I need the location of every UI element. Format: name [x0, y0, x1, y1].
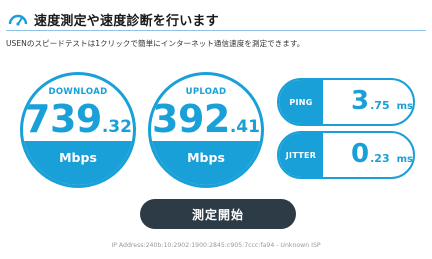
page-title: 速度測定や速度診断を行います: [34, 13, 219, 29]
ping-panel: PING 3.75 ms: [277, 78, 415, 126]
ping-value-int: 3: [351, 86, 370, 116]
upload-gauge: UPLOAD 392.41 Mbps: [148, 72, 264, 188]
ip-address-info: IP Address:240b:10:2902:1900:2845:c905:7…: [111, 242, 321, 249]
upload-unit: Mbps: [187, 150, 225, 165]
download-unit: Mbps: [59, 150, 97, 165]
upload-label: UPLOAD: [185, 87, 227, 97]
ping-unit: ms: [396, 101, 413, 112]
speedometer-icon: [8, 14, 28, 26]
upload-value-int: 392: [152, 97, 230, 141]
jitter-value-int: 0: [351, 139, 370, 169]
upload-value: 392.41: [151, 97, 261, 141]
jitter-panel: JITTER 0.23 ms: [277, 131, 415, 179]
download-value-dec: .32: [101, 117, 132, 137]
upload-value-dec: .41: [229, 117, 260, 137]
download-value: 739.32: [23, 97, 133, 141]
ping-label: PING: [279, 80, 324, 124]
jitter-label: JITTER: [279, 133, 324, 177]
start-measurement-button[interactable]: 測定開始: [140, 199, 296, 229]
jitter-value: 0.23 ms: [323, 133, 413, 177]
ping-value: 3.75 ms: [323, 80, 413, 124]
download-gauge: DOWNLOAD 739.32 Mbps: [20, 72, 136, 188]
download-label: DOWNLOAD: [48, 87, 108, 97]
ping-value-dec: .75: [370, 99, 390, 112]
header-divider: [6, 30, 426, 31]
description-text: USENのスピードテストは1クリックで簡単にインターネット通信速度を測定できます…: [6, 39, 305, 48]
jitter-value-dec: .23: [370, 152, 390, 165]
download-value-int: 739: [24, 97, 102, 141]
jitter-unit: ms: [396, 154, 413, 165]
